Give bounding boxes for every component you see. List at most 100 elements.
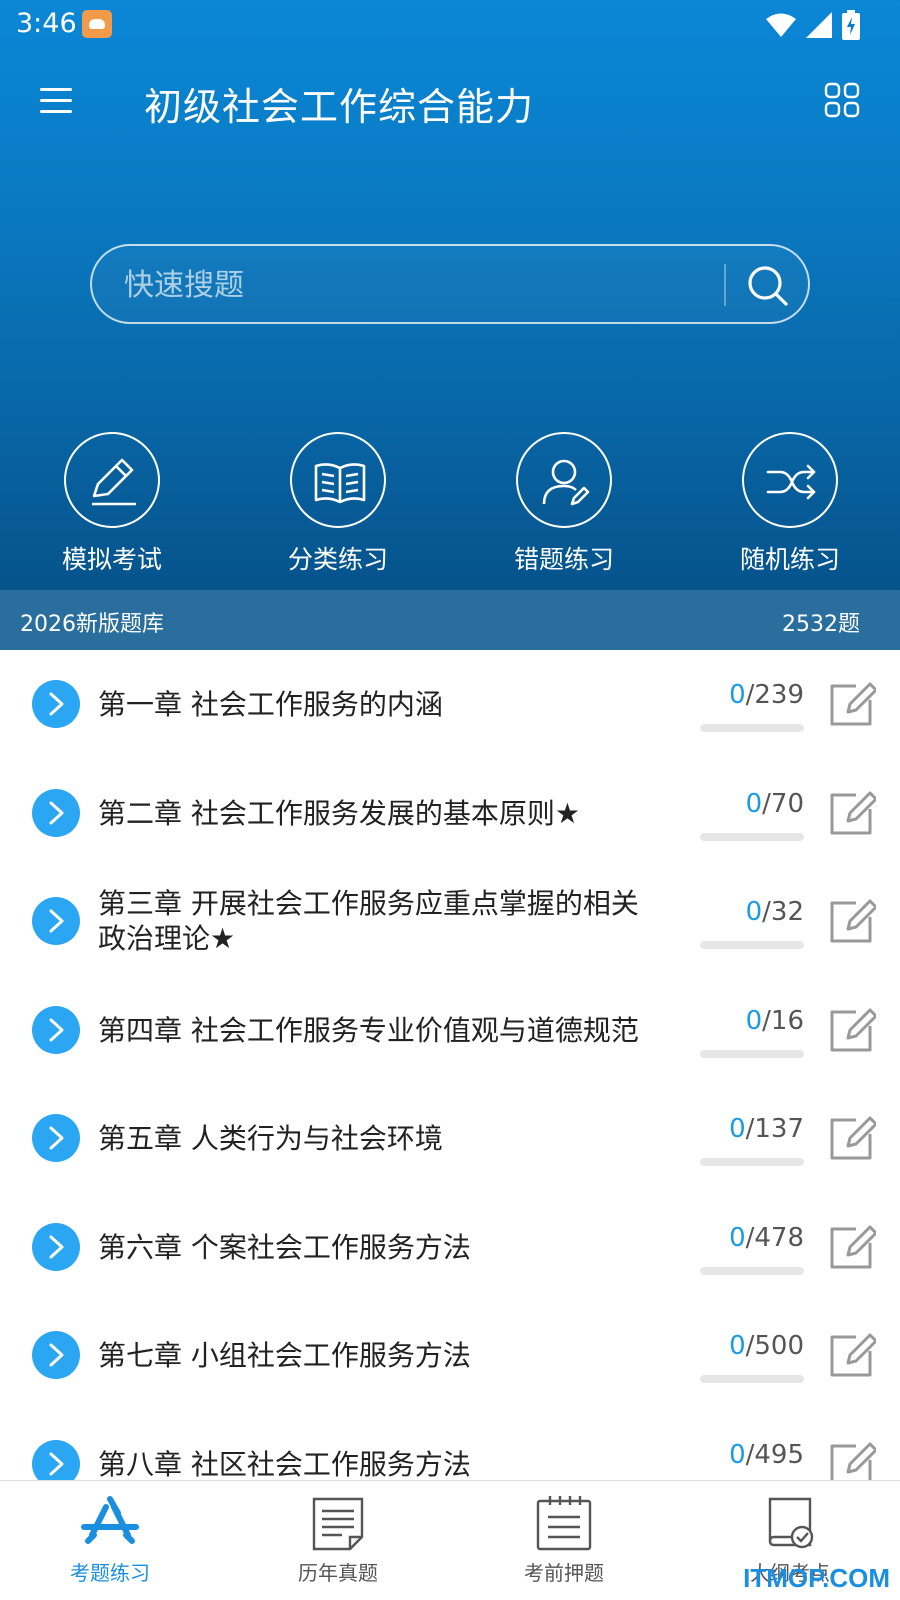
progress-bar bbox=[700, 724, 804, 732]
quick-action-label: 分类练习 bbox=[287, 545, 388, 574]
wifi-icon bbox=[766, 13, 796, 37]
quick-action-label: 错题练习 bbox=[513, 545, 614, 574]
chapter-row[interactable]: 第六章 个案社会工作服务方法 0/478 bbox=[0, 1193, 900, 1301]
shuffle-icon bbox=[766, 464, 816, 500]
chapter-list: 第一章 社会工作服务的内涵 0/239 第二章 社会工作服务发展的基本原则★ 0/70… bbox=[0, 650, 900, 1480]
status-bar: 3:46 bbox=[0, 0, 900, 50]
chapter-row[interactable]: 第三章 开展社会工作服务应重点掌握的相关政治理论★ 0/32 bbox=[0, 867, 900, 975]
search-divider bbox=[724, 264, 726, 306]
question-bank-bar: 2026新版题库 2532题 bbox=[0, 590, 900, 650]
done-count: 0 bbox=[745, 1006, 763, 1036]
chapter-progress-text: 0/70 bbox=[664, 789, 804, 819]
chapter-progress-text: 0/500 bbox=[664, 1331, 804, 1361]
edit-icon[interactable] bbox=[826, 1221, 876, 1271]
notification-app-icon bbox=[82, 10, 112, 38]
nav-practice[interactable]: 考题练习 bbox=[20, 1495, 200, 1586]
chapter-progress-text: 0/32 bbox=[664, 897, 804, 927]
user-edit-icon bbox=[542, 459, 590, 506]
chapter-progress-text: 0/137 bbox=[664, 1114, 804, 1144]
status-icons bbox=[766, 10, 860, 40]
nav-label: 历年真题 bbox=[298, 1561, 378, 1585]
search-icon[interactable] bbox=[740, 258, 796, 314]
total-count: /495 bbox=[745, 1440, 804, 1470]
book-check-icon bbox=[768, 1497, 814, 1549]
quick-action-label: 模拟考试 bbox=[61, 545, 162, 574]
quick-actions: 模拟考试 分类练习 错题练习 随机练习 bbox=[0, 432, 900, 580]
chapter-title: 第六章 个案社会工作服务方法 bbox=[98, 1231, 471, 1264]
chevron-right-icon bbox=[49, 692, 64, 716]
pencil-icon bbox=[92, 458, 136, 506]
page-title: 初级社会工作综合能力 bbox=[144, 85, 535, 129]
menu-icon[interactable] bbox=[40, 88, 72, 114]
quick-action-wrong[interactable]: 错题练习 bbox=[484, 432, 644, 576]
quick-action-category[interactable]: 分类练习 bbox=[258, 432, 418, 576]
quick-action-mock-exam[interactable]: 模拟考试 bbox=[32, 432, 192, 576]
chapter-title: 第五章 人类行为与社会环境 bbox=[98, 1122, 443, 1155]
expand-button[interactable] bbox=[32, 1331, 80, 1379]
edit-icon[interactable] bbox=[826, 678, 876, 728]
total-count: /70 bbox=[762, 789, 804, 819]
progress-bar bbox=[700, 1375, 804, 1383]
search-input[interactable] bbox=[124, 260, 684, 310]
expand-button[interactable] bbox=[32, 1006, 80, 1054]
total-count: /137 bbox=[745, 1114, 804, 1144]
done-count: 0 bbox=[729, 1440, 746, 1470]
total-count: /32 bbox=[762, 897, 804, 927]
expand-button[interactable] bbox=[32, 1440, 80, 1480]
expand-button[interactable] bbox=[32, 1114, 80, 1162]
expand-button[interactable] bbox=[32, 897, 80, 945]
total-count: /500 bbox=[745, 1331, 804, 1361]
chapter-row[interactable]: 第七章 小组社会工作服务方法 0/500 bbox=[0, 1301, 900, 1409]
edit-icon[interactable] bbox=[826, 1329, 876, 1379]
watermark-text: ITMOP.COM bbox=[743, 1563, 890, 1593]
nav-predictions[interactable]: 考前押题 bbox=[474, 1495, 654, 1586]
edit-icon[interactable] bbox=[826, 895, 876, 945]
expand-button[interactable] bbox=[32, 789, 80, 837]
chapter-row[interactable]: 第五章 人类行为与社会环境 0/137 bbox=[0, 1084, 900, 1192]
nav-past-exams[interactable]: 历年真题 bbox=[248, 1495, 428, 1586]
quick-action-random[interactable]: 随机练习 bbox=[710, 432, 870, 576]
total-count: /239 bbox=[745, 680, 804, 710]
progress-bar bbox=[700, 1267, 804, 1275]
quick-action-label: 随机练习 bbox=[739, 545, 840, 574]
chapter-progress-text: 0/239 bbox=[664, 680, 804, 710]
done-count: 0 bbox=[745, 897, 763, 927]
edit-icon[interactable] bbox=[826, 1004, 876, 1054]
document-icon bbox=[312, 1497, 364, 1551]
chevron-right-icon bbox=[49, 1126, 64, 1150]
search-box bbox=[90, 244, 810, 324]
header-banner: 3:46 初级社会工作综合能力 模 bbox=[0, 0, 900, 590]
status-time: 3:46 bbox=[16, 8, 77, 39]
edit-icon[interactable] bbox=[826, 1112, 876, 1162]
chevron-right-icon bbox=[49, 1452, 64, 1476]
done-count: 0 bbox=[729, 1114, 746, 1144]
bottom-nav: 考题练习 历年真题 考前押题 大纲考点 ITMOP.COM bbox=[0, 1480, 900, 1600]
grid-view-icon[interactable] bbox=[824, 82, 860, 118]
total-count: /16 bbox=[762, 1006, 804, 1036]
chapter-title: 第四章 社会工作服务专业价值观与道德规范 bbox=[98, 1014, 639, 1047]
edit-icon[interactable] bbox=[826, 787, 876, 837]
chapter-progress-text: 0/478 bbox=[664, 1223, 804, 1253]
chapter-row[interactable]: 第二章 社会工作服务发展的基本原则★ 0/70 bbox=[0, 759, 900, 867]
chapter-row[interactable]: 第八章 社区社会工作服务方法 0/495 bbox=[0, 1410, 900, 1480]
chapter-row[interactable]: 第一章 社会工作服务的内涵 0/239 bbox=[0, 650, 900, 758]
total-count: /478 bbox=[745, 1223, 804, 1253]
chapter-progress-text: 0/16 bbox=[664, 1006, 804, 1036]
chapter-title: 第八章 社区社会工作服务方法 bbox=[98, 1448, 471, 1480]
expand-button[interactable] bbox=[32, 1223, 80, 1271]
notepad-icon bbox=[536, 1496, 592, 1551]
expand-button[interactable] bbox=[32, 680, 80, 728]
chevron-right-icon bbox=[49, 801, 64, 825]
nav-label: 考题练习 bbox=[70, 1561, 150, 1585]
chapter-title: 第二章 社会工作服务发展的基本原则★ bbox=[98, 797, 581, 830]
progress-bar bbox=[700, 833, 804, 841]
done-count: 0 bbox=[745, 789, 763, 819]
done-count: 0 bbox=[729, 680, 746, 710]
signal-icon bbox=[806, 12, 832, 38]
chapter-row[interactable]: 第四章 社会工作服务专业价值观与道德规范 0/16 bbox=[0, 976, 900, 1084]
progress-bar bbox=[700, 1158, 804, 1166]
chevron-right-icon bbox=[49, 909, 64, 933]
chevron-right-icon bbox=[49, 1343, 64, 1367]
chapter-title: 第七章 小组社会工作服务方法 bbox=[98, 1339, 471, 1372]
edit-icon[interactable] bbox=[826, 1438, 876, 1480]
